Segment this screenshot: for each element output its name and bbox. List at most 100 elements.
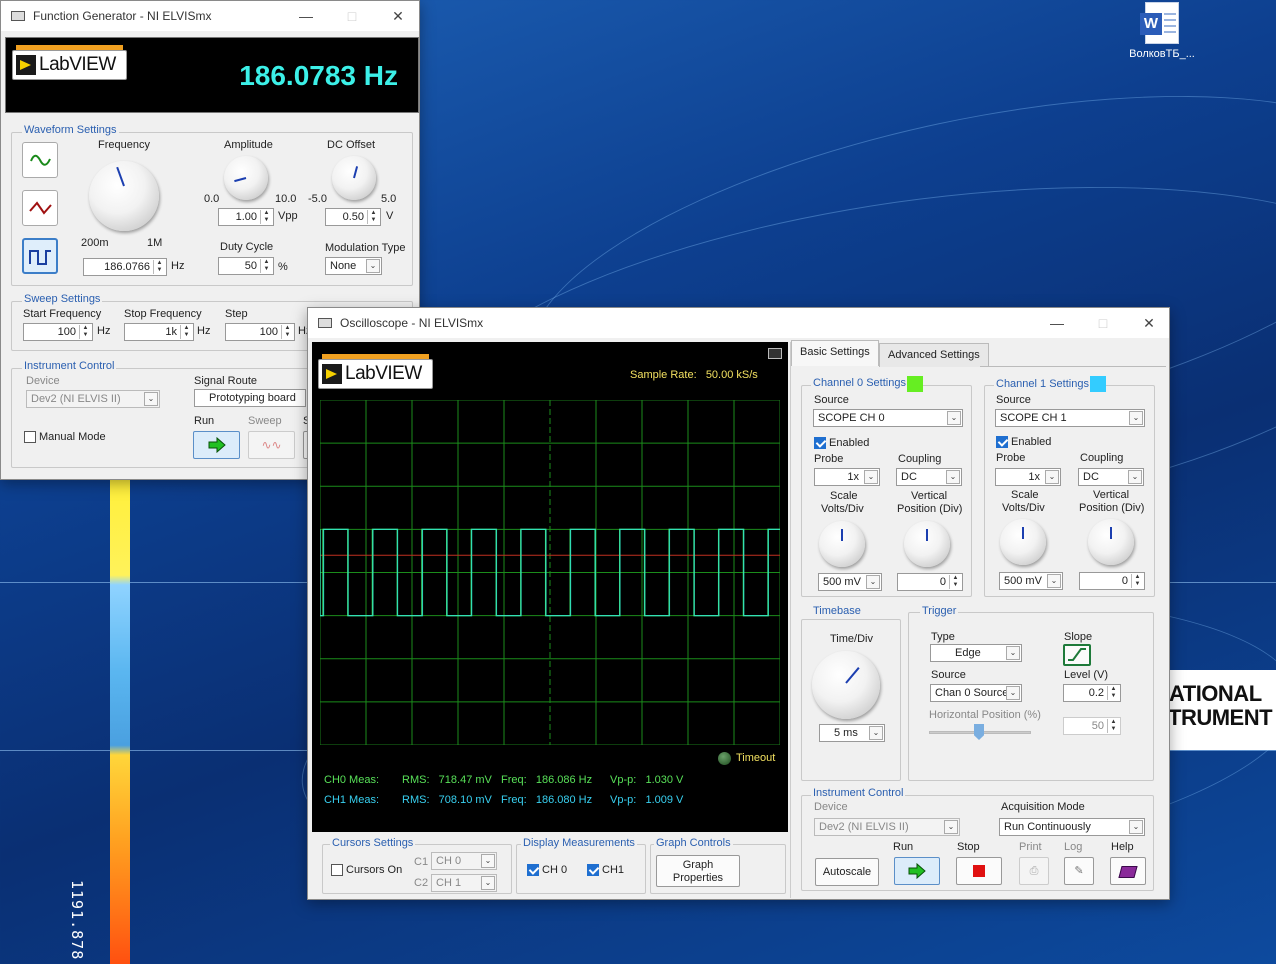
timediv-knob[interactable]	[812, 651, 880, 719]
step-input[interactable]: 100 ▲ ▼	[225, 323, 295, 341]
trigger-type-label: Type	[931, 631, 955, 643]
ch0-vpos-div-label: Position (Div)	[897, 503, 963, 515]
amplitude-input[interactable]: 1.00 ▲ ▼	[218, 208, 274, 226]
ch0-coupling-select[interactable]: DC ⌄	[896, 468, 962, 486]
help-button[interactable]	[1110, 857, 1146, 885]
close-button[interactable]: ✕	[1126, 308, 1172, 338]
dc-offset-knob[interactable]	[332, 156, 376, 200]
trigger-level-input[interactable]: 0.2 ▲ ▼	[1063, 684, 1121, 702]
oscilloscope-window: Oscilloscope - NI ELVISmx — □ ✕ LabVIEW …	[307, 307, 1170, 900]
ch0-freq: Freq: 186.086 Hz	[501, 774, 593, 786]
fg-device-select: Dev2 (NI ELVIS II) ⌄	[26, 390, 160, 408]
channel0-settings-title: Channel 0 Settings	[811, 377, 908, 389]
tab-advanced-settings[interactable]: Advanced Settings	[879, 343, 989, 367]
freq-min-label: 200m	[81, 237, 109, 249]
maximize-button[interactable]: □	[1080, 308, 1126, 338]
sample-rate: Sample Rate: 50.00 kS/s	[630, 369, 758, 381]
slope-button[interactable]	[1063, 644, 1091, 666]
ch0-source-select[interactable]: SCOPE CH 0 ⌄	[813, 409, 963, 427]
frequency-knob[interactable]	[89, 161, 159, 231]
ch1-scale-knob[interactable]	[1000, 519, 1046, 565]
frequency-readout: 186.0783 Hz	[239, 60, 398, 91]
ch1-enabled-label: Enabled	[1011, 436, 1052, 448]
ch0-voltsdiv-label: Volts/Div	[821, 503, 864, 515]
graph-controls-title: Graph Controls	[654, 837, 733, 849]
ch0-color-swatch	[907, 376, 923, 392]
run-arrow-icon	[908, 862, 926, 880]
osc-stop-button[interactable]	[956, 857, 1002, 885]
ch1-voltsdiv-label: Volts/Div	[1002, 502, 1045, 514]
ch0-vpos-knob[interactable]	[904, 521, 950, 567]
ch1-scale-label: Scale	[1011, 489, 1039, 501]
desktop-icon-word-doc[interactable]: W ВолковТБ_...	[1122, 2, 1202, 60]
help-book-icon	[1118, 866, 1138, 878]
fg-run-button[interactable]	[193, 431, 240, 459]
timediv-select[interactable]: 5 ms ⌄	[819, 724, 885, 742]
tab-basic-settings[interactable]: Basic Settings	[791, 340, 879, 366]
duty-cycle-label: Duty Cycle	[220, 241, 274, 253]
sine-wave-button[interactable]	[22, 142, 58, 178]
display-ch1-checkbox[interactable]	[587, 864, 599, 876]
display-ch0-checkbox[interactable]	[527, 864, 539, 876]
trigger-type-select[interactable]: Edge ⌄	[930, 644, 1022, 662]
signal-route-select[interactable]: Prototyping board	[194, 389, 306, 407]
c1-select: CH 0 ⌄	[431, 852, 497, 870]
ch1-scale-select[interactable]: 500 mV ⌄	[999, 572, 1063, 590]
ch1-enabled-checkbox[interactable]	[996, 436, 1008, 448]
osc-device-label: Device	[814, 801, 848, 813]
frequency-input[interactable]: 186.0766 ▲ ▼	[83, 258, 167, 276]
dc-offset-label: DC Offset	[327, 139, 376, 151]
stop-frequency-input[interactable]: 1k ▲ ▼	[124, 323, 194, 341]
minimize-button[interactable]: —	[1034, 308, 1080, 338]
modulation-select[interactable]: None ⌄	[325, 257, 382, 275]
frequency-label: Frequency	[98, 139, 150, 151]
fg-device-label: Device	[26, 375, 60, 387]
ch0-scale-select[interactable]: 500 mV ⌄	[818, 573, 882, 591]
cursors-on-label: Cursors On	[346, 864, 403, 876]
dc-offset-input[interactable]: 0.50 ▲ ▼	[325, 208, 381, 226]
maximize-button[interactable]: □	[329, 1, 375, 31]
dc-max-label: 5.0	[381, 193, 397, 205]
ch0-vpos-input[interactable]: 0 ▲ ▼	[897, 573, 963, 591]
ch1-vpp: Vp-p: 1.009 V	[610, 794, 684, 806]
start-frequency-input[interactable]: 100 ▲ ▼	[23, 323, 93, 341]
scope-display: LabVIEW Sample Rate: 50.00 kS/s Timeout …	[312, 342, 788, 832]
fg-display: LabVIEW 186.0783 Hz	[5, 37, 419, 113]
autoscale-button[interactable]: Autoscale	[815, 858, 879, 886]
amplitude-knob[interactable]	[224, 156, 268, 200]
fg-sweep-label: Sweep	[248, 415, 282, 427]
triangle-wave-button[interactable]	[22, 190, 58, 226]
ch1-probe-label: Probe	[996, 452, 1026, 464]
log-button[interactable]: ✎	[1064, 857, 1094, 885]
acquisition-mode-select[interactable]: Run Continuously ⌄	[999, 818, 1145, 836]
step-label: Step	[225, 308, 248, 320]
square-wave-button[interactable]	[22, 238, 58, 274]
timediv-label: Time/Div	[830, 633, 873, 645]
fg-sweep-button: ∿∿	[248, 431, 295, 459]
word-doc-icon: W	[1140, 2, 1179, 44]
stop-unit: Hz	[197, 325, 211, 337]
manual-mode-checkbox[interactable]	[24, 431, 36, 443]
ch1-vpos-knob[interactable]	[1088, 519, 1134, 565]
fg-title: Function Generator - NI ELVISmx	[33, 9, 212, 23]
osc-run-button[interactable]	[894, 857, 940, 885]
ch1-coupling-select[interactable]: DC ⌄	[1078, 468, 1144, 486]
ch1-probe-select[interactable]: 1x ⌄	[995, 468, 1061, 486]
close-button[interactable]: ✕	[375, 1, 421, 31]
cursors-on-checkbox[interactable]	[331, 864, 343, 876]
trigger-title: Trigger	[920, 605, 959, 617]
minimize-button[interactable]: —	[283, 1, 329, 31]
log-label: Log	[1064, 841, 1083, 853]
ch0-enabled-checkbox[interactable]	[814, 437, 826, 449]
ch0-scale-knob[interactable]	[819, 521, 865, 567]
fg-instrument-control-title: Instrument Control	[22, 360, 117, 372]
printer-icon: ⎙	[1029, 865, 1039, 877]
duty-cycle-input[interactable]: 50 ▲ ▼	[218, 257, 274, 275]
scope-graph	[320, 400, 780, 745]
trigger-source-select[interactable]: Chan 0 Source ⌄	[930, 684, 1022, 702]
copy-icon[interactable]	[768, 348, 782, 359]
graph-properties-button[interactable]: Graph Properties	[656, 855, 740, 887]
ch1-source-select[interactable]: SCOPE CH 1 ⌄	[995, 409, 1145, 427]
ch1-vpos-input[interactable]: 0 ▲ ▼	[1079, 572, 1145, 590]
ch0-probe-select[interactable]: 1x ⌄	[814, 468, 880, 486]
